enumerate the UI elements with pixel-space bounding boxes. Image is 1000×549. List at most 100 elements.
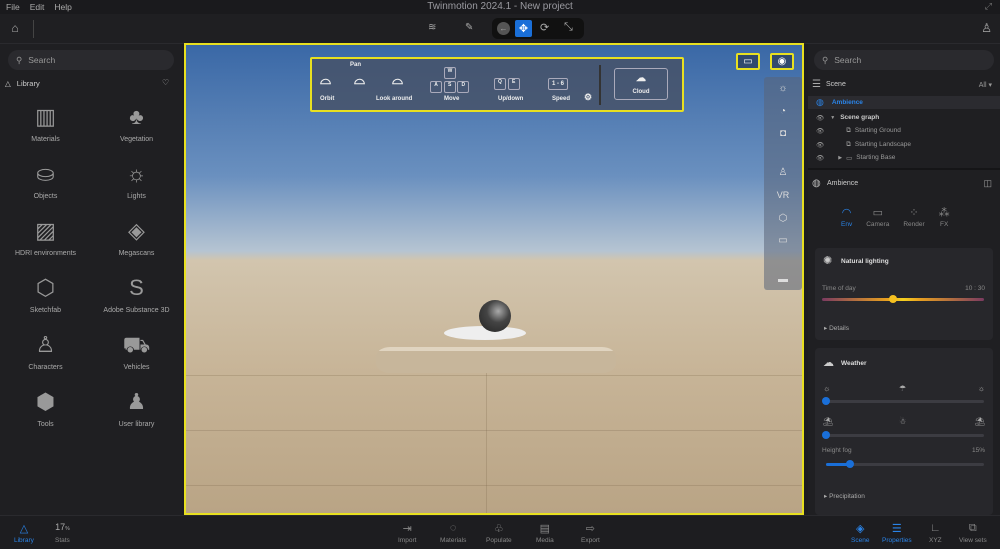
- expand-icon[interactable]: ▶: [838, 155, 842, 161]
- menu-lines-icon[interactable]: ☰: [812, 79, 821, 90]
- slider-thumb[interactable]: [889, 295, 898, 303]
- rotate-tool-icon[interactable]: ⟳: [540, 21, 549, 34]
- material-sphere[interactable]: [479, 300, 511, 332]
- move-tool-icon[interactable]: ✥: [515, 20, 532, 37]
- scene-heading: Scene: [826, 81, 846, 88]
- library-item-tools[interactable]: ⬢ Tools: [0, 389, 91, 431]
- library-item-megascans[interactable]: ◈ Megascans: [91, 218, 182, 260]
- back-icon[interactable]: ←: [497, 22, 510, 35]
- tree-item[interactable]: 👁 ▶ ▭ Starting Base: [808, 151, 1000, 164]
- view-sets-tab[interactable]: ⧉ View sets: [959, 522, 987, 544]
- slider-thumb[interactable]: [822, 431, 830, 439]
- cube-icon[interactable]: ⬡: [779, 213, 788, 229]
- export-button[interactable]: ⇨ Export: [581, 522, 600, 544]
- time-of-day-slider[interactable]: [822, 295, 984, 303]
- library-item-lights[interactable]: ☼ Lights: [91, 161, 182, 203]
- library-panel: ⚲ Search △ Library ♡ ▥ Materials ♣ Vegetat…: [0, 44, 182, 515]
- eye-icon[interactable]: 👁: [816, 154, 824, 162]
- library-item-characters[interactable]: ♙ Characters: [0, 332, 91, 374]
- scene-search-input[interactable]: ⚲ Search: [814, 50, 994, 70]
- user-icon[interactable]: ♙: [981, 21, 992, 35]
- bulb-icon: ☼: [126, 161, 147, 186]
- home-icon[interactable]: ⌂: [8, 21, 22, 35]
- library-item-materials[interactable]: ▥ Materials: [0, 104, 91, 146]
- tree-item[interactable]: 👁 ⧉ Starting Ground: [808, 124, 1000, 137]
- slider-thumb[interactable]: [845, 460, 854, 468]
- eye-icon[interactable]: 👁: [816, 114, 824, 122]
- layers-stack-icon: ◈: [855, 523, 865, 535]
- keyboard-icon[interactable]: ▬: [778, 274, 788, 290]
- layers-icon[interactable]: ≋: [428, 22, 436, 33]
- library-tab[interactable]: △ Library: [14, 522, 34, 544]
- library-item-vehicles[interactable]: ⛟ Vehicles: [91, 332, 182, 374]
- library-item-user[interactable]: ♟ User library: [91, 389, 182, 431]
- library-icon: △: [5, 79, 11, 88]
- library-item-sketchfab[interactable]: ⬡ Sketchfab: [0, 275, 91, 317]
- speedometer-icon[interactable]: ◔: [780, 106, 786, 122]
- precipitation-expander[interactable]: ▸ Precipitation: [824, 492, 865, 500]
- cloudiness-slider[interactable]: [822, 397, 984, 405]
- env-icon: ◠: [841, 207, 852, 219]
- settings-gear-icon[interactable]: ⚙: [584, 92, 592, 103]
- properties-tab[interactable]: ☰ Properties: [882, 522, 912, 544]
- cloud-upload-icon: ☁: [636, 73, 646, 84]
- substance-icon: S: [129, 275, 144, 300]
- mouse-orbit-icon: ⌓: [320, 71, 332, 87]
- split-view-icon[interactable]: ◫: [983, 178, 992, 189]
- person-walk-icon[interactable]: ♙: [779, 167, 788, 183]
- starting-base-platform[interactable]: [376, 347, 616, 373]
- folder-icon: ▭: [846, 154, 853, 162]
- library-heading: Library: [16, 79, 40, 88]
- tree-icon: ♣: [129, 104, 144, 129]
- beach-icon: ⛱: [823, 417, 834, 426]
- library-item-hdri[interactable]: ▨ HDRI environments: [0, 218, 91, 260]
- library-search-input[interactable]: ⚲ Search: [8, 50, 174, 70]
- media-button[interactable]: ▤ Media: [536, 522, 554, 544]
- tree-item[interactable]: 👁 ⧉ Starting Landscape: [808, 138, 1000, 151]
- tab-env[interactable]: ◠ Env: [841, 206, 852, 228]
- populate-button[interactable]: ♧ Populate: [486, 522, 512, 544]
- stats-tab[interactable]: 17% Stats: [55, 522, 70, 544]
- tree-item-scene-graph[interactable]: 👁 ▼ Scene graph: [808, 111, 1000, 124]
- library-item-vegetation[interactable]: ♣ Vegetation: [91, 104, 182, 146]
- season-slider[interactable]: [822, 431, 984, 439]
- favorite-heart-icon[interactable]: ♡: [162, 78, 169, 87]
- materials-icon: ▥: [35, 104, 56, 129]
- eyedropper-icon[interactable]: ✎: [465, 22, 473, 33]
- eye-icon[interactable]: 👁: [816, 141, 824, 149]
- 3d-viewport[interactable]: ⌓ Orbit Pan ⌓ ⌓ Look around W A S D Move…: [184, 43, 804, 515]
- import-button[interactable]: ⇥ Import: [398, 522, 416, 544]
- globe-icon: ◍: [816, 97, 824, 107]
- tree-item-ambience[interactable]: ◍ Ambience: [808, 96, 1000, 109]
- cloud-button[interactable]: ☁ Cloud: [614, 68, 668, 100]
- tab-render[interactable]: ⁘ Render: [903, 206, 924, 228]
- details-expander[interactable]: ▸ Details: [824, 324, 849, 332]
- visibility-eye-button[interactable]: ◉: [770, 53, 794, 70]
- materials-picker-icon: ◌: [449, 522, 457, 534]
- xyz-tab[interactable]: ∟ XYZ: [929, 522, 942, 544]
- sun-icon[interactable]: ☼: [778, 83, 787, 99]
- tab-fx[interactable]: ⁂ FX: [939, 206, 950, 228]
- library-item-substance[interactable]: S Adobe Substance 3D: [91, 275, 182, 317]
- slider-thumb[interactable]: [822, 397, 830, 405]
- resize-icon[interactable]: ⤢: [985, 1, 992, 12]
- axes-icon: ∟: [929, 522, 941, 534]
- height-fog-slider[interactable]: [826, 460, 984, 468]
- frame-icon[interactable]: ▭: [778, 235, 787, 251]
- vr-button[interactable]: VR: [777, 190, 790, 206]
- camera-icon[interactable]: ◘: [780, 128, 786, 144]
- populate-icon: ♧: [493, 523, 504, 535]
- tab-camera[interactable]: ▭ Camera: [866, 206, 889, 228]
- viewport-side-toolbar: ☼ ◔ ◘ ♙ VR ⬡ ▭ ▬: [764, 77, 802, 290]
- search-icon: ⚲: [822, 54, 829, 65]
- materials-button[interactable]: ◌ Materials: [440, 522, 466, 544]
- sun-rays-icon: ✺: [823, 255, 833, 267]
- megascans-icon: ◈: [128, 218, 145, 243]
- eye-icon[interactable]: 👁: [816, 127, 824, 135]
- scene-tab[interactable]: ◈ Scene: [851, 522, 869, 544]
- scene-filter-dropdown[interactable]: All ▾: [979, 81, 992, 89]
- panel-toggle-button[interactable]: ▭: [736, 53, 760, 70]
- scale-tool-icon[interactable]: ⤡: [564, 21, 573, 34]
- library-item-objects[interactable]: ⛀ Objects: [0, 161, 91, 203]
- search-icon: ⚲: [16, 54, 23, 65]
